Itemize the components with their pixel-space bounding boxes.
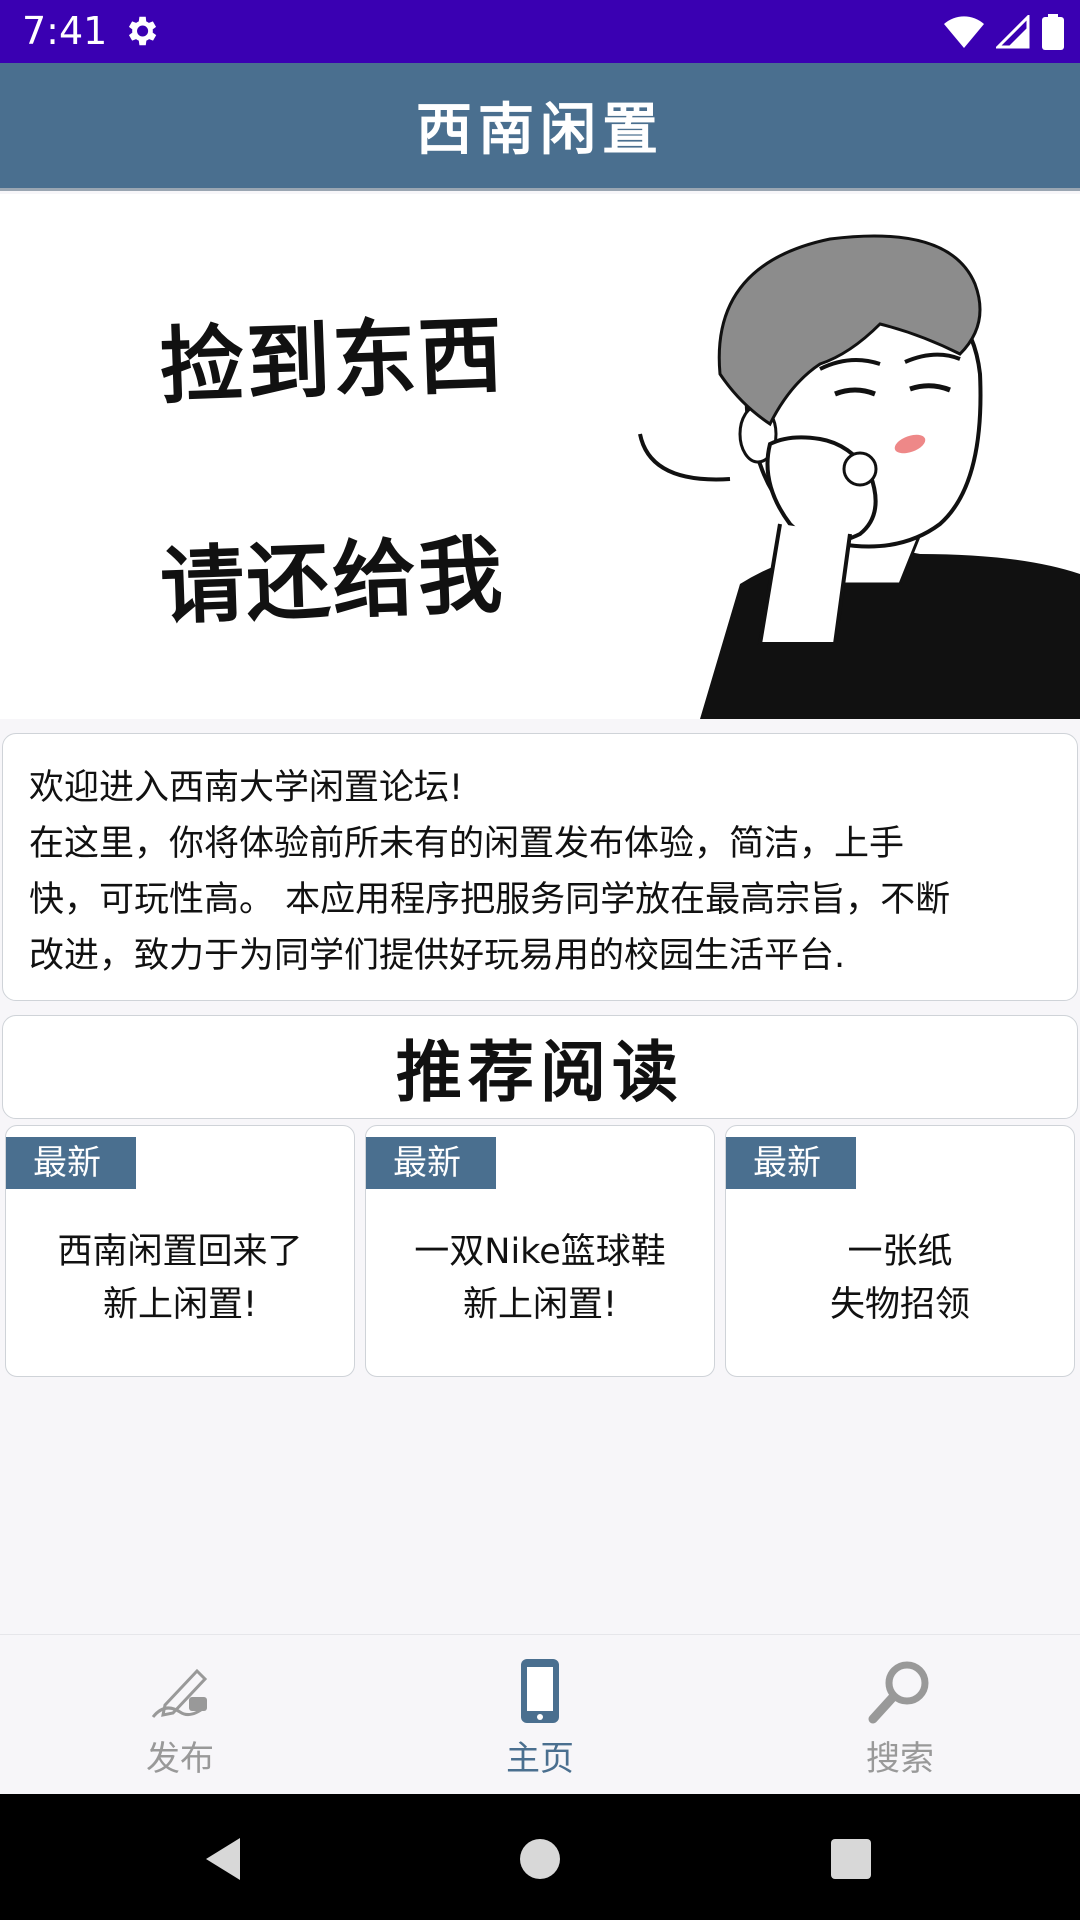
card-text: 一双Nike篮球鞋 新上闲置!	[366, 1226, 714, 1332]
card-line-2: 失物招领	[829, 1285, 970, 1325]
news-card[interactable]: 最新 一张纸 失物招领	[725, 1125, 1075, 1377]
banner-line-1: 捡到东西	[158, 305, 506, 416]
card-line-2: 新上闲置!	[102, 1285, 258, 1325]
pen-writing-icon	[151, 1668, 208, 1718]
card-badge: 最新	[366, 1137, 496, 1189]
magnifier-icon	[868, 1661, 929, 1724]
intro-card: 欢迎进入西南大学闲置论坛! 在这里，你将体验前所未有的闲置发布体验，简洁，上手 …	[2, 733, 1078, 1001]
card-badge: 最新	[726, 1137, 856, 1189]
card-text: 一张纸 失物招领	[726, 1226, 1074, 1332]
card-line-2: 新上闲置!	[462, 1285, 618, 1325]
intro-line-3: 快，可玩性高。 本应用程序把服务同学放在最高宗旨，不断	[29, 880, 951, 920]
card-line-1: 西南闲置回来了	[57, 1232, 303, 1272]
status-bar: 7:41	[0, 0, 1080, 63]
card-line-1: 一双Nike篮球鞋	[414, 1232, 666, 1272]
app-title: 西南闲置	[416, 97, 664, 163]
settings-gear-icon	[128, 16, 157, 46]
nav-item-publish[interactable]: 发布	[0, 1635, 360, 1795]
status-time: 7:41	[22, 9, 108, 53]
intro-line-4: 改进，致力于为同学们提供好玩易用的校园生活平台.	[29, 936, 846, 976]
back-icon[interactable]	[200, 1834, 250, 1884]
news-card[interactable]: 最新 西南闲置回来了 新上闲置!	[5, 1125, 355, 1377]
banner[interactable]: 捡到东西 请还给我	[0, 194, 1080, 719]
nav-item-home[interactable]: 主页	[360, 1635, 720, 1795]
nav-item-search[interactable]: 搜索	[720, 1635, 1080, 1795]
cellular-signal-icon	[996, 15, 1030, 49]
recommended-reading-header: 推荐阅读	[2, 1015, 1078, 1119]
section-title: 推荐阅读	[396, 1033, 684, 1111]
intro-line-1: 欢迎进入西南大学闲置论坛!	[29, 768, 464, 808]
cartoon-man-pointing-illustration	[638, 234, 1080, 719]
bottom-navigation: 发布 主页 搜索	[0, 1634, 1080, 1794]
intro-line-2: 在这里，你将体验前所未有的闲置发布体验，简洁，上手	[29, 824, 905, 864]
phone-icon	[521, 1659, 559, 1723]
nav-label-search: 搜索	[866, 1739, 934, 1779]
wifi-icon	[944, 16, 984, 48]
card-line-1: 一张纸	[847, 1232, 953, 1272]
home-icon[interactable]	[515, 1834, 565, 1884]
banner-line-2: 请还给我	[158, 525, 506, 636]
battery-icon	[1042, 14, 1064, 50]
nav-label-publish: 发布	[146, 1739, 214, 1779]
card-text: 西南闲置回来了 新上闲置!	[6, 1226, 354, 1332]
card-badge: 最新	[6, 1137, 136, 1189]
news-card[interactable]: 最新 一双Nike篮球鞋 新上闲置!	[365, 1125, 715, 1377]
app-bar: 西南闲置	[0, 63, 1080, 191]
nav-label-home: 主页	[506, 1739, 574, 1779]
recent-apps-icon[interactable]	[826, 1834, 876, 1884]
system-navigation-bar	[0, 1794, 1080, 1920]
